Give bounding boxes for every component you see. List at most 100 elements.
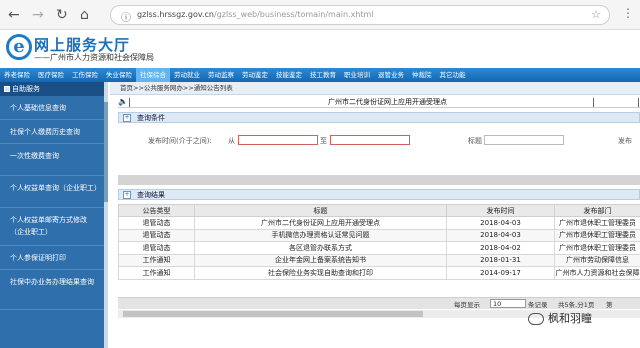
address-bar[interactable]: ⓘ gzlss.hrssgz.gov.cn/gzlss_web/business… xyxy=(110,5,610,25)
url-text[interactable]: gzlss.hrssgz.gov.cn/gzlss_web/business/t… xyxy=(137,10,374,19)
divider xyxy=(129,98,130,107)
nav-item[interactable]: 医疗保险 xyxy=(34,68,68,82)
table-cell: 广州市人力资源和社会保障 xyxy=(554,266,640,280)
table-cell: 广州市退休职工管理委员 xyxy=(554,241,640,255)
table-cell: 2014-09-17 xyxy=(446,266,555,280)
query-button-bar xyxy=(118,175,640,185)
sidebar-item[interactable]: 个人基础信息查询 xyxy=(0,96,106,120)
browser-toolbar: ← → ↻ ⌂ ⓘ gzlss.hrssgz.gov.cn/gzlss_web/… xyxy=(0,0,640,30)
nav-item[interactable]: 职业培训 xyxy=(340,68,374,82)
nav-item[interactable]: 仲裁院 xyxy=(408,68,436,82)
table-row[interactable]: 工作通知 社会保险业务实现自助查询和打印 2014-09-17 广州市人力资源和社会保… xyxy=(118,266,640,280)
date-to-input[interactable] xyxy=(330,135,410,145)
site-subtitle: ——广州市人力资源和社会保障局 xyxy=(34,53,154,62)
divider xyxy=(638,98,639,107)
back-arrow-icon[interactable]: ← xyxy=(8,6,20,24)
table-row[interactable]: 工作通知 企业年金网上备案系统告知书 2018-01-31 广州市劳动保障信息 xyxy=(118,253,640,267)
horizontal-scroll-thumb[interactable] xyxy=(123,311,423,317)
sidebar-item[interactable]: 个人参保证明打印 xyxy=(0,246,106,270)
title-input[interactable] xyxy=(484,135,564,145)
table-cell: 2018-04-03 xyxy=(446,216,555,230)
site-header: e 网上服务大厅 ——广州市人力资源和社会保障局 xyxy=(0,30,640,68)
table-cell: 2018-04-03 xyxy=(446,228,555,242)
sidebar: 自助服务 个人基础信息查询 社保个人缴费历史查询 一次性缴费查询 个人权益单查询（企业… xyxy=(0,82,108,348)
title-label: 标题 xyxy=(468,137,482,145)
nav-item[interactable]: 失业保险 xyxy=(102,68,136,82)
column-header: 发布时间 xyxy=(446,204,555,217)
table-cell: 广州市退休职工管理委员 xyxy=(554,216,640,230)
watermark: 枫和羽瞳 xyxy=(528,310,634,328)
nav-item[interactable]: 养老保险 xyxy=(0,68,34,82)
records-label: 条记录 xyxy=(528,301,548,309)
notice-text[interactable]: 广州市二代身份证网上应用开通受理点 xyxy=(328,97,447,107)
table-row[interactable]: 退管动态 手机微信办理资格认证常见问题 2018-04-03 广州市退休职工管理委员 xyxy=(118,228,640,242)
nav-item[interactable]: 其它功能 xyxy=(436,68,470,82)
nav-item[interactable]: 技能鉴定 xyxy=(272,68,306,82)
sidebar-scroll-thumb[interactable] xyxy=(104,102,108,202)
table-cell: 退管动态 xyxy=(118,241,195,255)
expand-toggle-icon[interactable]: + xyxy=(123,114,131,122)
nav-item[interactable]: 工伤保险 xyxy=(68,68,102,82)
sidebar-item[interactable]: 个人权益单查询（企业职工） xyxy=(0,176,106,208)
info-icon[interactable]: ⓘ xyxy=(121,9,131,24)
wechat-icon xyxy=(528,313,544,325)
breadcrumb: 首页>>公共服务网办>>通知公告列表 xyxy=(110,82,640,95)
table-cell: 广州市劳动保障信息 xyxy=(554,253,640,267)
nav-item[interactable]: 劳动就业 xyxy=(170,68,204,82)
sidebar-item[interactable]: 社保个人缴费历史查询 xyxy=(0,120,106,144)
menu-icon[interactable]: ⋮ xyxy=(622,6,634,20)
table-cell: 工作通知 xyxy=(118,266,195,280)
table-row[interactable]: 退管动态 广州市二代身份证网上应用开通受理点 2018-04-03 广州市退休职工管理… xyxy=(118,216,640,230)
forward-arrow-icon[interactable]: → xyxy=(32,6,44,24)
page-size-label: 每页显示 xyxy=(454,301,480,309)
notice-title-link[interactable]: 广州市二代身份证网上应用开通受理点 xyxy=(194,216,447,230)
nav-item[interactable]: 社保综合 xyxy=(136,68,170,82)
column-header: 标题 xyxy=(194,204,447,217)
nav-item[interactable]: 劳动监察 xyxy=(204,68,238,82)
notice-title-link[interactable]: 社会保险业务实现自助查询和打印 xyxy=(194,266,447,280)
bookmark-star-icon[interactable]: ☆ xyxy=(591,8,601,21)
from-label: 从 xyxy=(228,137,235,145)
date-from-input[interactable] xyxy=(238,135,318,145)
dept-label: 发布 xyxy=(618,137,632,145)
date-range-label: 发布时间(介于之间): xyxy=(148,137,212,145)
results-section-header[interactable]: + 查询结果 xyxy=(118,189,640,200)
sidebar-item[interactable]: 个人权益单邮寄方式修改（企业职工） xyxy=(0,208,106,246)
column-header: 公告类型 xyxy=(118,204,195,217)
sidebar-scrollbar[interactable] xyxy=(104,82,108,348)
page-summary: 共5条,分1页 xyxy=(558,301,595,309)
notice-title-link[interactable]: 各区退管办联系方式 xyxy=(194,241,447,255)
main-content: 首页>>公共服务网办>>通知公告列表 🔈 广州市二代身份证网上应用开通受理点 +… xyxy=(110,82,640,348)
nav-item[interactable]: 退管业务 xyxy=(374,68,408,82)
sidebar-item[interactable]: 一次性缴费查询 xyxy=(0,144,106,176)
notice-title-link[interactable]: 手机微信办理资格认证常见问题 xyxy=(194,228,447,242)
speaker-icon: 🔈 xyxy=(118,97,128,106)
sidebar-item[interactable]: 社保中办业务办理结果查询 xyxy=(0,270,106,310)
table-row[interactable]: 退管动态 各区退管办联系方式 2018-04-02 广州市退休职工管理委员 xyxy=(118,241,640,255)
query-form: 发布时间(介于之间): 从 至 标题 发布 xyxy=(118,132,640,174)
notice-marquee: 🔈 广州市二代身份证网上应用开通受理点 xyxy=(118,97,640,108)
table-cell: 退管动态 xyxy=(118,216,195,230)
nav-item[interactable]: 劳动鉴定 xyxy=(238,68,272,82)
reload-icon[interactable]: ↻ xyxy=(56,6,68,24)
divider xyxy=(593,98,594,107)
table-cell: 广州市退休职工管理委员 xyxy=(554,228,640,242)
to-label: 至 xyxy=(320,137,327,145)
notice-title-link[interactable]: 企业年金网上备案系统告知书 xyxy=(194,253,447,267)
table-cell: 2018-01-31 xyxy=(446,253,555,267)
column-header: 发布部门 xyxy=(554,204,640,217)
table-cell: 2018-04-02 xyxy=(446,241,555,255)
expand-toggle-icon[interactable]: + xyxy=(123,191,131,199)
sidebar-header[interactable]: 自助服务 xyxy=(0,82,106,96)
page-size-input[interactable]: 10 xyxy=(490,299,526,308)
site-logo: e xyxy=(6,34,32,60)
query-section-header[interactable]: + 查询条件 xyxy=(118,112,640,123)
pagination: 每页显示 10 条记录 共5条,分1页 第 xyxy=(118,297,640,309)
main-nav: 养老保险 医疗保险 工伤保险 失业保险 社保综合 劳动就业 劳动监察 劳动鉴定 技能鉴定 技工教育… xyxy=(0,68,640,82)
current-page-label: 第 xyxy=(606,301,613,309)
collapse-icon xyxy=(4,86,10,92)
nav-item[interactable]: 技工教育 xyxy=(306,68,340,82)
home-icon[interactable]: ⌂ xyxy=(80,6,89,24)
results-table: 公告类型 标题 发布时间 发布部门 退管动态 广州市二代身份证网上应用开通受理点 2018… xyxy=(118,204,640,280)
table-cell: 退管动态 xyxy=(118,228,195,242)
